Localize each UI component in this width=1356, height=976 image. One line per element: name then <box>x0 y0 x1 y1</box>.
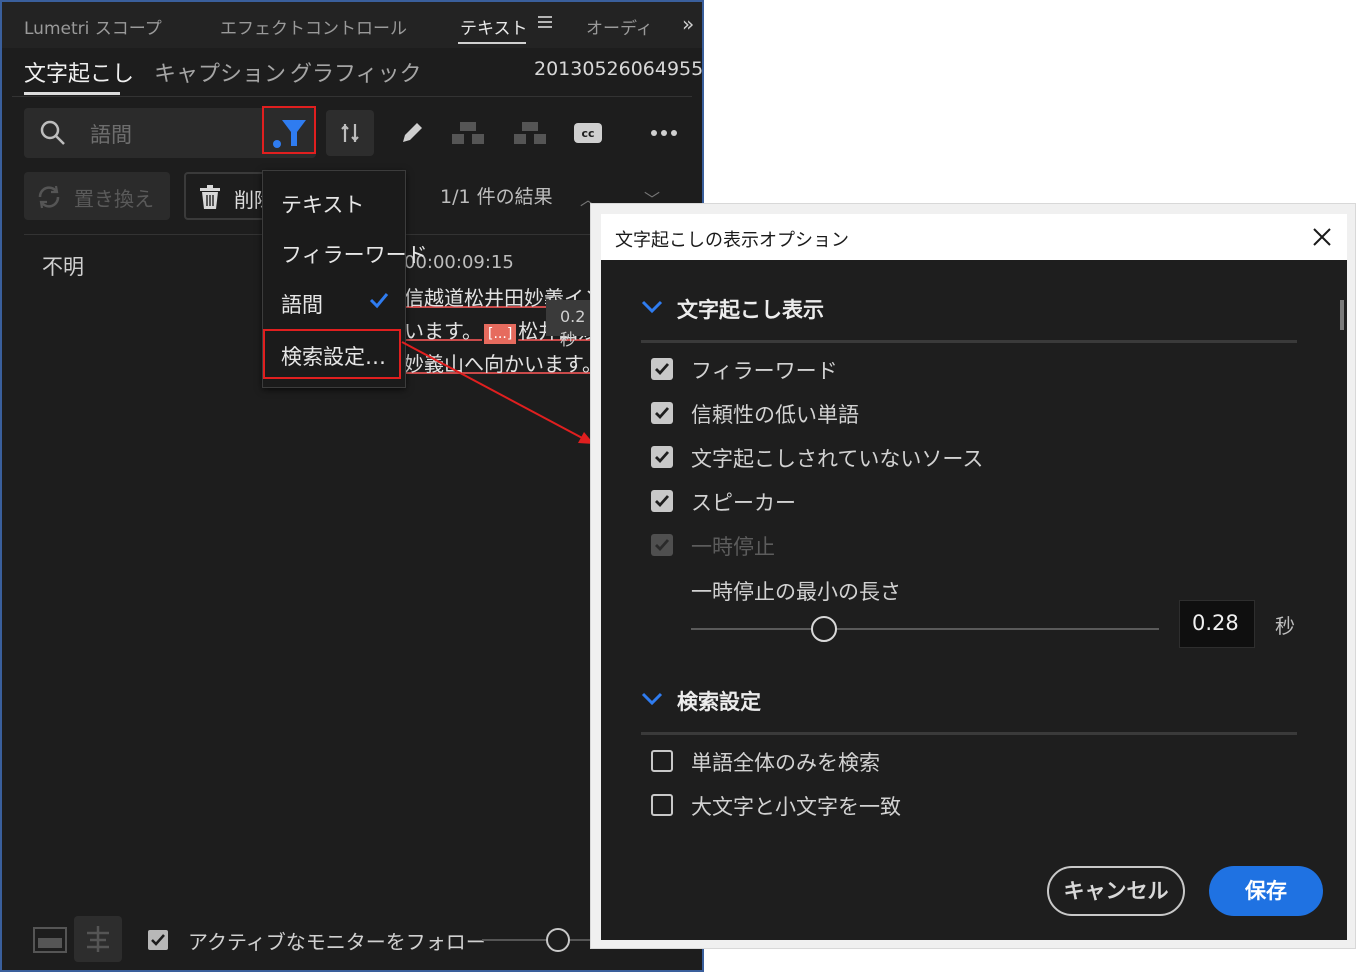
checkbox-checked[interactable] <box>651 402 673 424</box>
option-label: スピーカー <box>691 491 796 515</box>
replace-icon <box>38 185 60 209</box>
option-label: 一時停止 <box>691 535 775 559</box>
checkbox-disabled <box>651 534 673 556</box>
option-label: 文字起こしされていないソース <box>691 447 984 471</box>
subtab-transcript[interactable]: 文字起こし <box>24 56 134 88</box>
option-label: 大文字と小文字を一致 <box>691 795 901 819</box>
checkmark-icon <box>655 407 670 420</box>
checkbox-checked[interactable] <box>651 490 673 512</box>
filter-button[interactable] <box>262 106 316 154</box>
toggle-layout-button[interactable] <box>326 110 374 156</box>
scrollbar-edge <box>1340 300 1344 330</box>
menu-item-text[interactable]: テキスト <box>281 189 364 219</box>
option-label: 単語全体のみを検索 <box>691 751 880 775</box>
option-label: フィラーワード <box>691 359 838 383</box>
min-pause-value-field[interactable]: 0.28 <box>1179 600 1255 648</box>
caption-track-icon <box>33 927 67 953</box>
split-segment-button[interactable] <box>508 110 552 156</box>
replace-label: 置き換え <box>74 187 154 211</box>
search-icon <box>40 120 65 145</box>
min-pause-slider-knob[interactable] <box>811 616 837 642</box>
option-label: 信頼性の低い単語 <box>691 403 859 427</box>
chevron-down-icon <box>641 692 663 706</box>
menu-item-filler-words[interactable]: フィラーワード <box>281 239 428 269</box>
subtab-graphics[interactable]: グラフィック <box>290 56 422 88</box>
checkbox-unchecked[interactable] <box>651 750 673 772</box>
dialog-body: 文字起こし表示 フィラーワード 信頼性の低い単語 文字起こしされていないソース <box>601 260 1347 940</box>
align-icon <box>87 926 109 952</box>
follow-monitor-label: アクティブなモニターをフォロー <box>188 930 486 954</box>
transcript-display-options-dialog: 文字起こしの表示オプション 文字起こし表示 フィラーワード 信頼性の低い単語 文… <box>590 203 1356 949</box>
tab-underline <box>458 42 526 44</box>
annotation-highlight-box <box>263 329 401 379</box>
check-icon <box>369 293 389 309</box>
tab-lumetri-scopes[interactable]: Lumetri スコープ <box>24 14 162 39</box>
merge-segments-button[interactable] <box>446 110 490 156</box>
tab-audio[interactable]: オーディ <box>586 14 653 39</box>
checkmark-icon <box>655 363 670 376</box>
panel-menu-icon[interactable] <box>538 16 552 30</box>
svg-text:cc: cc <box>581 127 594 140</box>
tab-effect-controls[interactable]: エフェクトコントロール <box>220 14 407 39</box>
section-divider <box>641 340 1297 343</box>
zoom-slider-knob[interactable] <box>546 928 570 952</box>
pause-marker[interactable]: [...] <box>484 324 517 344</box>
pencil-icon <box>403 123 422 142</box>
transcript-text: います。 <box>404 319 482 343</box>
caption-track-button[interactable] <box>26 916 74 962</box>
split-segment-icon <box>514 122 546 144</box>
close-icon[interactable] <box>1309 224 1335 250</box>
section-title: 文字起こし表示 <box>677 298 824 322</box>
checkbox-checked[interactable] <box>651 358 673 380</box>
chevron-down-icon <box>641 300 663 314</box>
cancel-button[interactable]: キャンセル <box>1047 866 1185 916</box>
menu-item-pauses[interactable]: 語間 <box>281 289 323 319</box>
subtab-captions[interactable]: キャプション <box>154 56 286 88</box>
speaker-label[interactable]: 不明 <box>42 251 84 281</box>
follow-monitor-checkbox[interactable] <box>148 930 168 950</box>
min-pause-slider-track[interactable] <box>691 628 1159 630</box>
dialog-title: 文字起こしの表示オプション <box>615 230 849 251</box>
subtab-underline <box>24 92 120 95</box>
checkmark-icon <box>655 451 670 464</box>
panel-tab-bar: Lumetri スコープ エフェクトコントロール テキスト オーディ » <box>2 2 702 48</box>
checkmark-icon <box>655 495 670 508</box>
dialog-title-bar: 文字起こしの表示オプション <box>601 214 1347 260</box>
tab-text[interactable]: テキスト <box>460 14 528 39</box>
align-button[interactable] <box>74 916 122 962</box>
sequence-name: 20130526064955 <box>534 58 704 80</box>
min-pause-unit: 秒 <box>1275 614 1295 638</box>
cc-icon: cc <box>574 123 602 143</box>
more-tabs-icon[interactable]: » <box>682 12 694 36</box>
merge-icon <box>452 122 484 144</box>
checkmark-icon <box>151 934 165 946</box>
create-captions-button[interactable]: cc <box>568 110 608 156</box>
filter-icon <box>273 120 306 148</box>
trash-icon <box>200 185 220 209</box>
divider <box>12 96 692 97</box>
more-options-button[interactable] <box>644 110 684 156</box>
section-divider <box>641 732 1297 735</box>
search-placeholder: 語間 <box>90 123 132 147</box>
filter-dropdown-menu: テキスト フィラーワード 語間 検索設定… <box>262 170 428 388</box>
min-pause-length-label: 一時停止の最小の長さ <box>691 580 901 604</box>
checkbox-checked[interactable] <box>651 446 673 468</box>
edit-button[interactable] <box>392 110 432 156</box>
save-button[interactable]: 保存 <box>1209 866 1323 916</box>
search-results-count: 1/1 件の結果 <box>440 186 553 208</box>
split-icon <box>341 124 359 142</box>
checkmark-icon <box>655 539 670 552</box>
ellipsis-icon <box>651 130 677 136</box>
section-title: 検索設定 <box>677 690 761 714</box>
checkbox-unchecked[interactable] <box>651 794 673 816</box>
replace-button[interactable]: 置き換え <box>24 172 170 220</box>
